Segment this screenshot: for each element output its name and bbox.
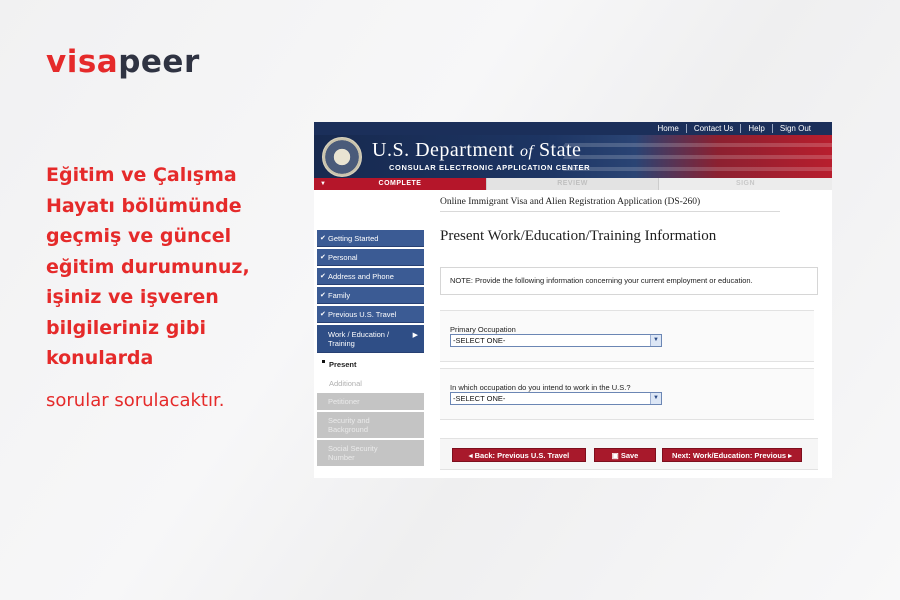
visapeer-logo: visapeer: [46, 44, 200, 80]
sidebar-item-label: Address and Phone: [328, 272, 394, 281]
back-button[interactable]: ◂ Back: Previous U.S. Travel: [452, 448, 586, 462]
sidebar-item-label: Getting Started: [328, 234, 379, 243]
sidebar-item-label: Security and Background: [328, 416, 370, 434]
sidebar-item-label: Personal: [328, 253, 358, 262]
chevron-down-icon[interactable]: ▼: [650, 335, 661, 346]
intended-occupation-select[interactable]: -SELECT ONE- ▼: [450, 392, 662, 405]
floppy-disk-icon: ▣: [611, 451, 621, 460]
headline-text: Eğitim ve Çalışma Hayatı bölümünde geçmi…: [46, 164, 250, 369]
save-button-label: Save: [620, 451, 639, 460]
sidebar-item-label: Social Security Number: [328, 444, 378, 462]
application-name: Online Immigrant Visa and Alien Registra…: [440, 197, 701, 207]
dept-of: of: [519, 143, 534, 160]
ds260-screenshot: Home Contact Us Help Sign Out U.S. Depar…: [314, 122, 832, 478]
next-button[interactable]: Next: Work/Education: Previous ▸: [662, 448, 802, 462]
check-icon: ✔: [320, 235, 326, 242]
department-seal-icon: [322, 137, 362, 177]
step-sign: SIGN: [658, 178, 832, 190]
sidebar-item-petitioner: Petitioner: [317, 393, 424, 410]
step-complete: COMPLETE: [314, 178, 486, 190]
step-review: REVIEW: [486, 178, 658, 190]
top-nav: Home Contact Us Help Sign Out: [314, 122, 832, 135]
sidebar-item-family[interactable]: ✔ Family: [317, 287, 424, 304]
logo-part-peer: peer: [118, 44, 200, 80]
chevron-right-icon: ▶: [412, 332, 418, 339]
sidebar-item-security: Security and Background: [317, 412, 424, 438]
intended-occupation-label: In which occupation do you intend to wor…: [450, 383, 631, 392]
select-value: -SELECT ONE-: [453, 336, 506, 345]
flag-stripe: [562, 143, 832, 147]
next-button-label: Next: Work/Education: Previous: [672, 451, 787, 460]
sidebar-item-work-education[interactable]: Work / Education / Training ▶: [317, 325, 424, 353]
ceac-subtitle: CONSULAR ELECTRONIC APPLICATION CENTER: [389, 163, 591, 172]
sidebar-item-label: Previous U.S. Travel: [328, 310, 397, 319]
primary-occupation-label: Primary Occupation: [450, 325, 516, 334]
progress-steps: COMPLETE REVIEW SIGN: [314, 178, 832, 190]
nav-contact-link[interactable]: Contact Us: [685, 124, 741, 133]
sidebar-item-getting-started[interactable]: ✔ Getting Started: [317, 230, 424, 247]
subtext: sorular sorulacaktır.: [46, 390, 225, 411]
sidebar-subitem-present[interactable]: Present: [317, 355, 424, 374]
back-button-label: Back: Previous U.S. Travel: [474, 451, 570, 460]
check-icon: ✔: [320, 273, 326, 280]
check-icon: ✔: [320, 254, 326, 261]
sidebar-item-previous-travel[interactable]: ✔ Previous U.S. Travel: [317, 306, 424, 323]
chevron-down-icon[interactable]: ▼: [650, 393, 661, 404]
right-arrow-icon: ▸: [786, 451, 792, 460]
check-icon: ✔: [320, 311, 326, 318]
sidebar-item-address-phone[interactable]: ✔ Address and Phone: [317, 268, 424, 285]
sidebar-item-label: Work / Education / Training: [328, 330, 390, 348]
flag-stripe: [562, 155, 832, 159]
sidebar-item-social-security: Social Security Number: [317, 440, 424, 466]
department-title: U.S. Department of State: [372, 139, 581, 162]
intended-occupation-field: In which occupation do you intend to wor…: [440, 368, 814, 420]
button-bar: ◂ Back: Previous U.S. Travel ▣ Save Next…: [440, 438, 818, 470]
logo-part-visa: visa: [46, 44, 119, 80]
dept-suffix: State: [533, 139, 582, 161]
dept-prefix: U.S. Department: [372, 139, 520, 161]
sidebar-item-label: Family: [328, 291, 351, 300]
nav-help-link[interactable]: Help: [740, 124, 771, 133]
nav-home-link[interactable]: Home: [650, 124, 685, 133]
check-icon: ✔: [320, 292, 326, 299]
section-sidebar: ✔ Getting Started ✔ Personal ✔ Address and …: [314, 230, 426, 468]
flag-stripe: [562, 167, 832, 171]
sidebar-item-personal[interactable]: ✔ Personal: [317, 249, 424, 266]
save-button[interactable]: ▣ Save: [594, 448, 656, 462]
select-value: -SELECT ONE-: [453, 394, 506, 403]
primary-occupation-select[interactable]: -SELECT ONE- ▼: [450, 334, 662, 347]
primary-occupation-field: Primary Occupation -SELECT ONE- ▼: [440, 310, 814, 362]
header-banner: U.S. Department of State CONSULAR ELECTR…: [314, 135, 832, 178]
nav-signout-link[interactable]: Sign Out: [771, 124, 818, 133]
note-box: NOTE: Provide the following information …: [440, 267, 818, 295]
sidebar-subitem-additional[interactable]: Additional: [317, 374, 424, 393]
divider: [440, 211, 780, 212]
page-title: Present Work/Education/Training Informat…: [440, 228, 717, 244]
